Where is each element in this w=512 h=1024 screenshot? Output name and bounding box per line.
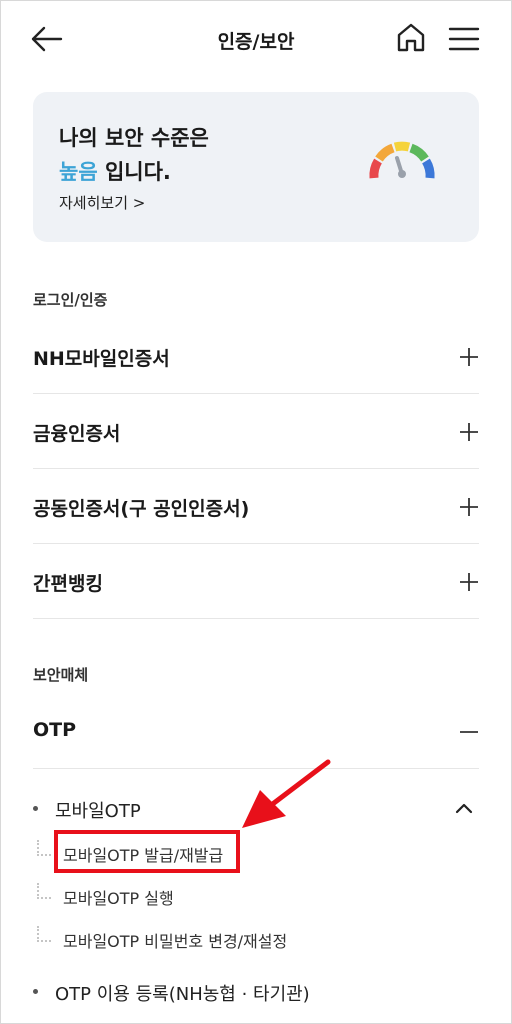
menu-item-label: NH모바일인증서 <box>33 348 170 370</box>
home-button[interactable] <box>396 22 426 54</box>
minus-icon <box>460 731 478 733</box>
submenu-item-label: 모바일OTP <box>55 801 141 822</box>
security-level-text: 나의 보안 수준은 <box>59 126 209 150</box>
chevron-up-icon <box>455 803 473 814</box>
menu-item-label: 간편뱅킹 <box>33 573 103 595</box>
tree-item-label: 모바일OTP 실행 <box>63 889 174 908</box>
bullet-dot <box>33 806 38 811</box>
highlight-box <box>54 830 240 873</box>
menu-item-simple-banking[interactable]: 간편뱅킹 <box>33 545 479 619</box>
tree-item-mobile-otp-run[interactable]: 모바일OTP 실행 <box>33 879 479 913</box>
menu-item-label: 금융인증서 <box>33 423 121 445</box>
submenu-item-otp-register[interactable]: OTP 이용 등록(NH농협 · 타기관) <box>33 972 479 1012</box>
security-level-line: 높음 입니다. <box>59 156 171 186</box>
menu-item-joint-cert[interactable]: 공동인증서(구 공인인증서) <box>33 470 479 544</box>
section-label-security-media: 보안매체 <box>33 666 89 684</box>
menu-item-label: 공동인증서(구 공인인증서) <box>33 498 250 520</box>
security-level-suffix: 입니다. <box>97 160 171 184</box>
page-title: 인증/보안 <box>217 31 295 53</box>
security-level-card: 나의 보안 수준은 높음 입니다. 자세히보기 > <box>33 92 479 242</box>
tree-connector <box>37 926 51 942</box>
tree-connector <box>37 883 51 899</box>
plus-icon <box>460 348 478 366</box>
plus-icon <box>460 423 478 441</box>
tree-item-mobile-otp-password[interactable]: 모바일OTP 비밀번호 변경/재설정 <box>33 922 479 956</box>
red-arrow-icon <box>242 759 331 828</box>
plus-icon <box>460 498 478 516</box>
security-level-value: 높음 <box>59 160 98 184</box>
tree-connector <box>37 840 51 856</box>
submenu-item-label: OTP 이용 등록(NH농협 · 타기관) <box>55 984 310 1005</box>
menu-item-label: OTP <box>33 719 77 741</box>
menu-item-nh-mobile-cert[interactable]: NH모바일인증서 <box>33 320 479 394</box>
home-icon <box>397 23 425 52</box>
view-details-link[interactable]: 자세히보기 > <box>59 192 145 213</box>
menu-item-financial-cert[interactable]: 금융인증서 <box>33 395 479 469</box>
plus-icon <box>460 573 478 591</box>
section-label-login: 로그인/인증 <box>33 291 108 309</box>
menu-button[interactable] <box>448 26 480 52</box>
bullet-dot <box>33 989 38 994</box>
hamburger-menu-icon <box>448 27 480 51</box>
tree-item-label: 모바일OTP 비밀번호 변경/재설정 <box>63 932 288 951</box>
security-gauge-icon <box>369 141 435 179</box>
top-app-bar: 인증/보안 <box>0 0 512 80</box>
